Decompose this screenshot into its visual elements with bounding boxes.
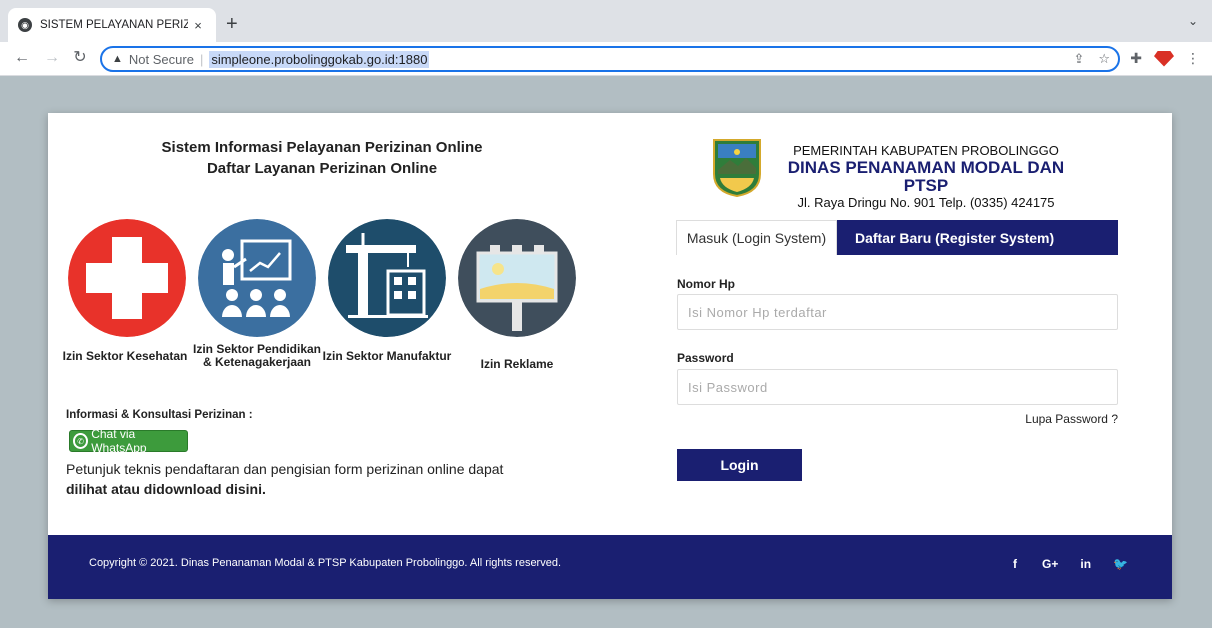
org-address: Jl. Raya Dringu No. 901 Telp. (0335) 424…	[797, 195, 1055, 210]
reload-icon[interactable]: ↻	[70, 48, 90, 68]
teacher-presentation-icon[interactable]	[198, 219, 316, 337]
services-title: Daftar Layanan Perizinan Online	[206, 160, 438, 177]
main-card: Sistem Informasi Pelayanan Perizinan Onl…	[48, 113, 1172, 599]
close-icon[interactable]: ×	[190, 18, 206, 33]
left-title: Sistem Informasi Pelayanan Perizinan Onl…	[48, 137, 596, 179]
system-title: Sistem Informasi Pelayanan Perizinan Onl…	[161, 139, 483, 156]
share-icon[interactable]: ⇪	[1073, 51, 1084, 67]
org-government: PEMERINTAH KABUPATEN PROBOLINGGO	[793, 143, 1059, 158]
petunjuk-description: Petunjuk teknis pendaftaran dan pengisia…	[66, 461, 504, 477]
service-label-pendidikan[interactable]: Izin Sektor Pendidikan & Ketenagakerjaan	[192, 343, 322, 369]
browser-toolbar: ← → ↻ ▲ Not Secure | simpleone.proboling…	[0, 42, 1212, 76]
browser-tab-bar: ◉ SISTEM PELAYANAN PERIZINAN ONLINE × + …	[0, 0, 1212, 42]
auth-tabs: Masuk (Login System) Daftar Baru (Regist…	[676, 220, 1118, 255]
forgot-password-link[interactable]: Lupa Password ?	[1018, 412, 1118, 426]
omnibox-separator: |	[199, 51, 204, 67]
url-text[interactable]: simpleone.probolinggokab.go.id:1880	[209, 50, 430, 68]
organization-header: PEMERINTAH KABUPATEN PROBOLINGGO DINAS P…	[768, 143, 1084, 211]
login-button[interactable]: Login	[677, 449, 802, 481]
download-link[interactable]: dilihat atau didownload disini.	[66, 481, 266, 497]
ruby-extension-icon[interactable]	[1154, 50, 1174, 67]
whatsapp-label: Chat via WhatsApp	[91, 427, 147, 455]
star-icon[interactable]: ☆	[1098, 51, 1110, 67]
browser-tab[interactable]: ◉ SISTEM PELAYANAN PERIZINAN ONLINE ×	[8, 8, 216, 42]
service-label-reklame[interactable]: Izin Reklame	[452, 358, 582, 371]
address-bar[interactable]: ▲ Not Secure | simpleone.probolinggokab.…	[100, 46, 1120, 72]
whatsapp-button[interactable]: ✆ Chat via WhatsApp	[69, 427, 188, 455]
petunjuk-text: Petunjuk teknis pendaftaran dan pengisia…	[66, 459, 526, 499]
construction-crane-icon[interactable]	[328, 219, 446, 337]
chevron-down-icon[interactable]: ⌄	[1188, 14, 1198, 28]
footer: Copyright © 2021. Dinas Penanaman Modal …	[48, 535, 1172, 599]
globe-icon: ◉	[18, 18, 32, 32]
new-tab-button[interactable]: +	[226, 14, 238, 34]
password-input[interactable]	[677, 369, 1118, 405]
omnibox-actions: ⇪ ☆	[1073, 51, 1110, 67]
google-plus-icon[interactable]: G+	[1042, 557, 1058, 571]
whatsapp-icon: ✆	[73, 433, 89, 449]
tab-title: SISTEM PELAYANAN PERIZINAN ONLINE	[40, 19, 188, 31]
facebook-icon[interactable]: f	[1010, 557, 1020, 571]
back-icon[interactable]: ←	[12, 48, 32, 68]
extensions-area: ✚ ⋮	[1130, 50, 1200, 67]
warning-icon: ▲	[112, 53, 123, 65]
service-label-kesehatan[interactable]: Izin Sektor Kesehatan	[60, 350, 190, 363]
more-menu-icon[interactable]: ⋮	[1186, 50, 1200, 67]
copyright-text: Copyright © 2021. Dinas Penanaman Modal …	[89, 557, 562, 569]
password-label: Password	[677, 351, 734, 365]
service-label-manufaktur[interactable]: Izin Sektor Manufaktur	[322, 350, 452, 363]
probolinggo-logo	[712, 138, 762, 198]
puzzle-icon[interactable]: ✚	[1130, 50, 1142, 67]
tab-register[interactable]: Daftar Baru (Register System)	[837, 220, 1118, 255]
twitter-icon[interactable]: 🐦	[1113, 557, 1128, 571]
social-links: f G+ in 🐦	[1010, 557, 1128, 571]
nomor-hp-label: Nomor Hp	[677, 277, 735, 291]
info-label: Informasi & Konsultasi Perizinan :	[66, 409, 253, 421]
org-name: DINAS PENANAMAN MODAL DAN PTSP	[787, 158, 1065, 195]
billboard-icon[interactable]	[458, 219, 576, 337]
forward-icon[interactable]: →	[42, 48, 62, 68]
linkedin-icon[interactable]: in	[1080, 557, 1091, 571]
medical-cross-icon[interactable]	[68, 219, 186, 337]
security-label[interactable]: Not Secure	[129, 52, 194, 67]
nomor-hp-input[interactable]	[677, 294, 1118, 330]
tab-login[interactable]: Masuk (Login System)	[676, 220, 837, 255]
